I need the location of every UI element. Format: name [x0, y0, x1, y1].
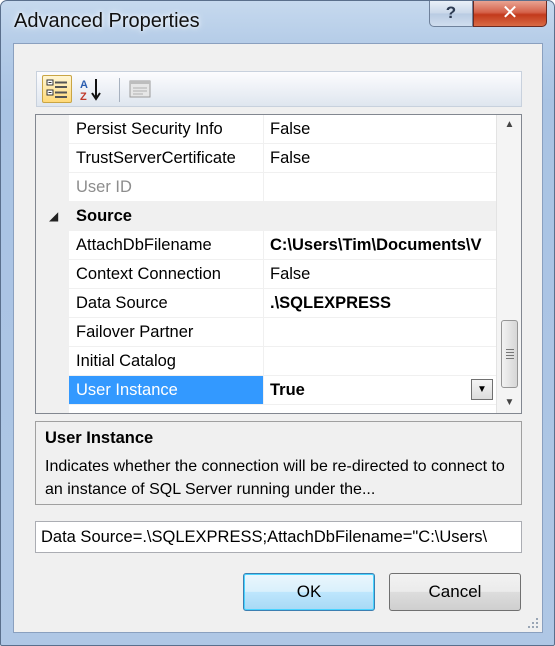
property-row-persist-security-info[interactable]: Persist Security Info False: [69, 115, 496, 144]
property-name: Initial Catalog: [69, 347, 264, 375]
window-title: Advanced Properties: [14, 10, 200, 32]
property-row-initial-catalog[interactable]: Initial Catalog: [69, 347, 496, 376]
connection-string-field[interactable]: Data Source=.\SQLEXPRESS;AttachDbFilenam…: [35, 521, 522, 553]
vertical-scrollbar[interactable]: ▲ ▼: [496, 115, 521, 413]
description-title: User Instance: [45, 429, 154, 447]
svg-text:A: A: [80, 79, 88, 91]
property-value[interactable]: False: [265, 144, 496, 172]
grip-line: [506, 349, 514, 350]
scroll-up-arrow-icon[interactable]: ▲: [497, 115, 521, 135]
property-row-user-instance[interactable]: User Instance True ▼: [69, 376, 496, 405]
property-value[interactable]: [265, 173, 496, 201]
property-row-user-id[interactable]: User ID: [69, 173, 496, 202]
property-value[interactable]: False: [265, 260, 496, 288]
property-value[interactable]: False: [265, 115, 496, 143]
property-name: Context Connection: [69, 260, 264, 288]
collapse-triangle-icon[interactable]: ◢: [49, 209, 58, 223]
property-value[interactable]: [265, 347, 496, 375]
property-row-attach-db-filename[interactable]: AttachDbFilename C:\Users\Tim\Documents\…: [69, 231, 496, 260]
sort-alphabetical-icon: A Z: [80, 79, 101, 101]
property-name: Persist Security Info: [69, 115, 264, 143]
property-value[interactable]: .\SQLEXPRESS: [265, 289, 496, 317]
sort-alphabetical-button[interactable]: A Z: [77, 75, 107, 103]
property-name: User ID: [69, 173, 264, 201]
advanced-properties-dialog: Advanced Properties ? ✕ A Z Persist Secu…: [0, 0, 555, 646]
svg-text:Z: Z: [80, 91, 87, 101]
grip-line: [506, 352, 514, 353]
property-grid: Persist Security Info False TrustServerC…: [35, 114, 522, 414]
category-row-source[interactable]: ◢ Source: [36, 202, 496, 231]
scroll-down-arrow-icon[interactable]: ▼: [497, 393, 521, 413]
toolbar-separator: [119, 78, 120, 102]
property-row-trust-server-certificate[interactable]: TrustServerCertificate False: [69, 144, 496, 173]
property-grid-toolbar: A Z: [36, 71, 522, 107]
cancel-button[interactable]: Cancel: [389, 573, 521, 611]
title-bar[interactable]: Advanced Properties ? ✕: [1, 1, 554, 43]
categorized-icon: [46, 79, 67, 98]
property-row-failover-partner[interactable]: Failover Partner: [69, 318, 496, 347]
grip-line: [506, 355, 514, 356]
scrollbar-thumb[interactable]: [501, 320, 518, 388]
grip-line: [506, 358, 514, 359]
description-text: Indicates whether the connection will be…: [45, 458, 505, 498]
property-row-context-connection[interactable]: Context Connection False: [69, 260, 496, 289]
property-name: AttachDbFilename: [69, 231, 264, 259]
grid-gutter: [36, 115, 69, 413]
property-row-data-source[interactable]: Data Source .\SQLEXPRESS: [69, 289, 496, 318]
close-button[interactable]: ✕: [473, 1, 547, 27]
dialog-client-area: A Z Persist Security Info False TrustSer…: [13, 43, 543, 633]
help-button[interactable]: ?: [429, 1, 473, 27]
resize-grip-icon[interactable]: [527, 617, 539, 629]
property-value[interactable]: [265, 318, 496, 346]
property-name: Failover Partner: [69, 318, 264, 346]
ok-button[interactable]: OK: [243, 573, 375, 611]
property-name: User Instance: [69, 376, 264, 404]
categorized-button[interactable]: [42, 75, 72, 103]
description-panel: User Instance Indicates whether the conn…: [35, 421, 522, 505]
value-dropdown-button[interactable]: ▼: [471, 379, 493, 400]
category-label: Source: [76, 207, 132, 225]
property-pages-icon: [129, 80, 151, 98]
property-name: TrustServerCertificate: [69, 144, 264, 172]
property-value[interactable]: True: [265, 376, 496, 404]
property-pages-button[interactable]: [125, 75, 155, 103]
property-name: Data Source: [69, 289, 264, 317]
property-value[interactable]: C:\Users\Tim\Documents\V: [265, 231, 496, 259]
